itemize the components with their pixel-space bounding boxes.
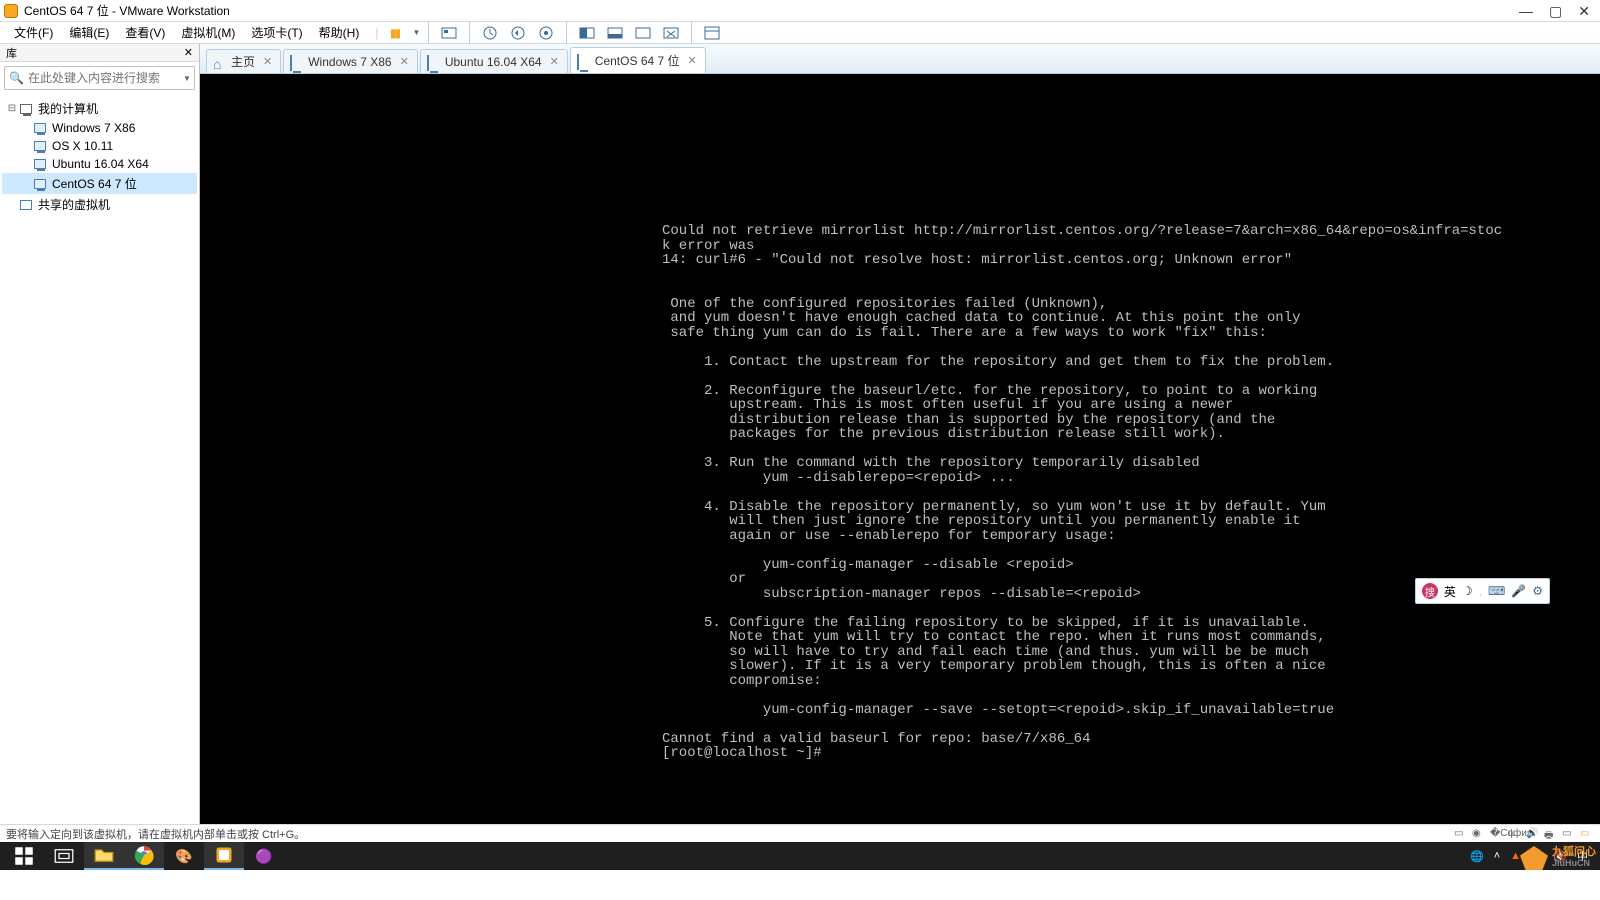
library-header: 库	[6, 45, 17, 61]
tree-shared-vms[interactable]: 共享的虚拟机	[2, 194, 197, 215]
vm-icon	[290, 55, 292, 71]
vm-console[interactable]: Could not retrieve mirrorlist http://mir…	[200, 74, 1600, 824]
tray-globe-icon[interactable]: 🌐	[1470, 850, 1484, 863]
statusbar: 要将输入定向到该虚拟机，请在虚拟机内部单击或按 Ctrl+G。 ▭ ◉ �Соф…	[0, 824, 1600, 842]
device-hdd-icon[interactable]: ▭	[1454, 828, 1468, 840]
ime-keyboard-icon[interactable]: ⌨	[1488, 584, 1505, 598]
manage-snapshots-button[interactable]	[534, 21, 558, 45]
status-device-icons: ▭ ◉ �София ψ 🔊 🖶 ▭ ▭	[1454, 828, 1594, 840]
tree-vm-centos[interactable]: CentOS 64 7 位	[2, 173, 197, 194]
device-sound-icon[interactable]: 🔊	[1526, 828, 1540, 840]
ime-lang[interactable]: 英	[1444, 583, 1456, 600]
pause-button[interactable]: ▮▮	[382, 21, 406, 45]
search-input[interactable]	[28, 71, 183, 85]
vm-tabbar: 主页 ✕ Windows 7 X86 ✕ Ubuntu 16.04 X64 ✕ …	[200, 44, 1600, 74]
device-cd-icon[interactable]: ◉	[1472, 828, 1486, 840]
tree-vm-windows7[interactable]: Windows 7 X86	[2, 119, 197, 137]
vm-icon	[34, 141, 46, 151]
search-dropdown[interactable]: ▼	[183, 74, 191, 83]
vm-icon	[577, 54, 579, 70]
tab-centos[interactable]: CentOS 64 7 位 ✕	[570, 47, 706, 73]
library-search[interactable]: 🔍 ▼	[4, 66, 195, 90]
vm-icon	[427, 55, 429, 71]
library-tree: ⊟ 我的计算机 Windows 7 X86 OS X 10.11 Ubuntu …	[0, 94, 199, 824]
ime-logo-icon: 搜	[1422, 583, 1438, 599]
watermark: 九狐问心 JiuHuCN	[1520, 846, 1596, 870]
taskbar-paint[interactable]: 🎨	[164, 842, 204, 870]
menu-vm[interactable]: 虚拟机(M)	[173, 22, 243, 43]
tab-home[interactable]: 主页 ✕	[206, 49, 281, 73]
fullscreen-button[interactable]	[631, 21, 655, 45]
device-message-icon[interactable]: ▭	[1580, 828, 1594, 840]
terminal-output: Could not retrieve mirrorlist http://mir…	[662, 224, 1502, 761]
tree-vm-ubuntu[interactable]: Ubuntu 16.04 X64	[2, 155, 197, 173]
unity-button[interactable]	[659, 21, 683, 45]
library-sidebar: 库 ✕ 🔍 ▼ ⊟ 我的计算机 Windows 7 X86 OS X 10.11	[0, 44, 200, 824]
tray-chevron-up-icon[interactable]: ˄	[1494, 850, 1500, 862]
taskbar-vmware[interactable]	[204, 842, 244, 870]
home-icon	[213, 56, 227, 68]
taskbar-explorer[interactable]	[84, 842, 124, 870]
ime-toolbar[interactable]: 搜 英 ☽ , ⌨ 🎤 ⚙	[1415, 578, 1550, 604]
search-icon: 🔍	[9, 71, 24, 85]
app-icon	[4, 4, 18, 18]
tab-close-button[interactable]: ✕	[688, 54, 697, 67]
vm-icon	[34, 123, 46, 133]
tab-windows7[interactable]: Windows 7 X86 ✕	[283, 49, 418, 73]
fit-guest-button[interactable]	[575, 21, 599, 45]
taskbar-chrome[interactable]	[124, 842, 164, 870]
menu-file[interactable]: 文件(F)	[6, 22, 61, 43]
menubar: 文件(F) 编辑(E) 查看(V) 虚拟机(M) 选项卡(T) 帮助(H) | …	[0, 22, 1600, 44]
menu-edit[interactable]: 编辑(E)	[61, 22, 117, 43]
start-button[interactable]	[4, 842, 44, 870]
close-button[interactable]: ✕	[1578, 4, 1590, 18]
shared-icon	[20, 200, 32, 210]
minimize-button[interactable]: —	[1519, 4, 1533, 18]
tree-root-my-computer[interactable]: ⊟ 我的计算机	[2, 98, 197, 119]
maximize-button[interactable]: ▢	[1549, 4, 1562, 18]
vm-icon	[34, 159, 46, 169]
device-net-icon[interactable]: �София	[1490, 828, 1504, 840]
window-titlebar: CentOS 64 7 位 - VMware Workstation — ▢ ✕	[0, 0, 1600, 22]
library-close-button[interactable]: ✕	[184, 46, 193, 59]
fox-icon	[1520, 846, 1548, 870]
tab-close-button[interactable]: ✕	[263, 55, 272, 68]
tab-close-button[interactable]: ✕	[400, 55, 409, 68]
windows-taskbar: 🎨 🟣 🌐 ˄ ▲ 🖧 🔇 中	[0, 842, 1600, 870]
tab-close-button[interactable]: ✕	[550, 55, 559, 68]
ime-mic-icon[interactable]: 🎤	[1511, 584, 1526, 598]
menu-tabs[interactable]: 选项卡(T)	[243, 22, 310, 43]
tab-ubuntu[interactable]: Ubuntu 16.04 X64 ✕	[420, 49, 568, 73]
device-usb-icon[interactable]: ψ	[1508, 828, 1522, 840]
window-title: CentOS 64 7 位 - VMware Workstation	[24, 2, 1519, 19]
menu-help[interactable]: 帮助(H)	[311, 22, 368, 43]
ime-moon-icon[interactable]: ☽	[1462, 584, 1473, 598]
send-ctrl-alt-del-button[interactable]	[437, 21, 461, 45]
vm-icon	[34, 179, 46, 189]
host-icon	[20, 104, 32, 114]
device-printer-icon[interactable]: 🖶	[1544, 828, 1558, 840]
console-view-button[interactable]	[603, 21, 627, 45]
tree-vm-osx[interactable]: OS X 10.11	[2, 137, 197, 155]
menu-view[interactable]: 查看(V)	[117, 22, 173, 43]
power-dropdown[interactable]: ▼	[412, 28, 420, 37]
snapshot-button[interactable]	[478, 21, 502, 45]
revert-snapshot-button[interactable]	[506, 21, 530, 45]
task-view-button[interactable]	[44, 842, 84, 870]
show-library-button[interactable]	[700, 21, 724, 45]
taskbar-app[interactable]: 🟣	[244, 842, 284, 870]
ime-gear-icon[interactable]: ⚙	[1532, 584, 1543, 598]
device-display-icon[interactable]: ▭	[1562, 828, 1576, 840]
status-hint: 要将输入定向到该虚拟机，请在虚拟机内部单击或按 Ctrl+G。	[6, 826, 305, 842]
